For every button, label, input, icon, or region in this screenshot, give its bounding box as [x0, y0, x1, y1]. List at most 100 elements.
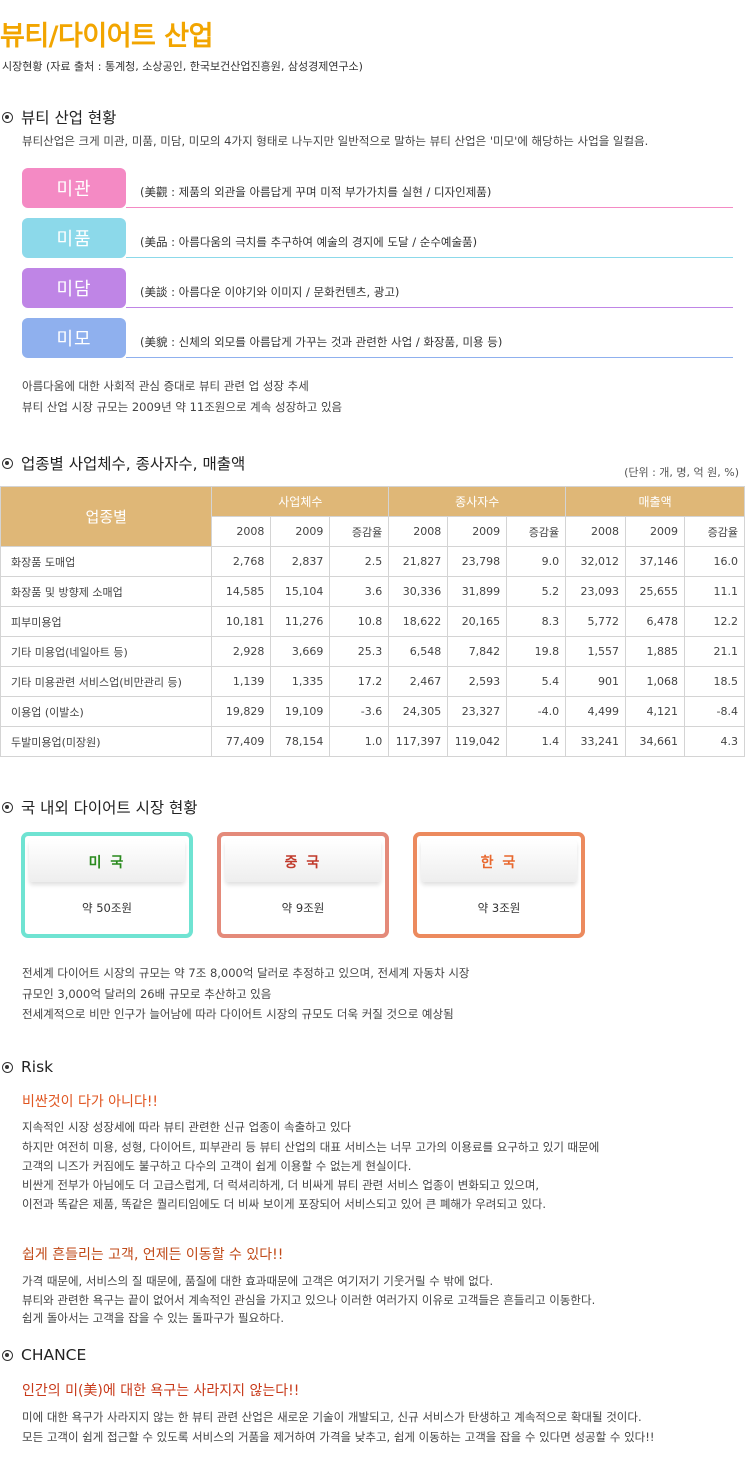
table-cell: 901 [565, 666, 627, 697]
stats-table-body: 화장품 도매업 2,768 2,837 2.5 21,827 23,798 9.0 32,01… [0, 546, 745, 757]
table-cell: 11.1 [684, 576, 745, 607]
table-cell: 2,837 [270, 546, 331, 577]
table-cell: 15,104 [270, 576, 331, 607]
risk-line: 가격 때문에, 서비스의 질 때문에, 품질에 대한 효과때문에 고객은 여기저… [22, 1274, 494, 1288]
chance-line: 모든 고객이 쉽게 접근할 수 있도록 서비스의 거품을 제거하여 가격을 낮추… [22, 1430, 655, 1444]
risk-subheading: 쉽게 흔들리는 고객, 언제든 이동할 수 있다!! [22, 1247, 284, 1263]
table-row: 피부미용업 10,181 11,276 10.8 18,622 20,165 8.3 5,77… [0, 606, 745, 637]
badge-desc-midam: (美談 : 아름다운 이야기와 이미지 / 문화컨텐츠, 광고) [140, 285, 400, 299]
divider-line [126, 257, 733, 258]
table-cell: 2,928 [211, 636, 272, 667]
section-heading-chance: CHANCE [2, 1346, 86, 1364]
table-cell: 2,768 [211, 546, 272, 577]
unit-label: (단위 : 개, 명, 억 원, %) [624, 466, 739, 479]
table-cell: 23,798 [447, 546, 508, 577]
table-cell: 6,548 [388, 636, 449, 667]
card-country: 미 국 [88, 855, 126, 871]
badge-mipum: 미품 [22, 218, 126, 258]
header-year: 2008 [565, 516, 627, 547]
section-heading-diet: 국 내외 다이어트 시장 현황 [2, 796, 198, 818]
table-cell: 1.0 [329, 726, 390, 757]
table-cell: 11,276 [270, 606, 331, 637]
table-cell: -4.0 [506, 696, 567, 727]
table-cell: 77,409 [211, 726, 272, 757]
table-cell: 19,109 [270, 696, 331, 727]
table-cell: 4.3 [684, 726, 745, 757]
table-cell: 23,327 [447, 696, 508, 727]
section-heading-beauty: 뷰티 산업 현황 [2, 106, 116, 128]
table-cell: 78,154 [270, 726, 331, 757]
risk-line: 이전과 똑같은 제품, 똑같은 퀄리티임에도 더 비싸 보이게 포장되어 서비스… [22, 1197, 547, 1211]
table-cell: 7,842 [447, 636, 508, 667]
header-rate: 증감율 [329, 516, 390, 547]
table-cell: 8.3 [506, 606, 567, 637]
table-cell: 6,478 [625, 606, 685, 637]
risk-line: 하지만 여전히 미용, 성형, 다이어트, 피부관리 등 뷰티 산업의 대표 서… [22, 1140, 600, 1154]
beauty-note: 아름다움에 대한 사회적 관심 증대로 뷰티 관련 업 성장 추세 [22, 379, 309, 393]
industry-name: 이용업 (이발소) [0, 696, 213, 727]
table-cell: 3,669 [270, 636, 331, 667]
table-row: 화장품 및 방향제 소매업 14,585 15,104 3.6 30,336 31,899… [0, 576, 745, 607]
table-cell: -8.4 [684, 696, 745, 727]
table-row: 두발미용업(미장원) 77,409 78,154 1.0 117,397 119,042 1… [0, 726, 745, 757]
table-cell: 24,305 [388, 696, 449, 727]
badge-mimo: 미모 [22, 318, 126, 358]
table-cell: -3.6 [329, 696, 390, 727]
diet-note: 전세계 다이어트 시장의 규모는 약 7조 8,000억 달러로 추정하고 있으… [22, 966, 470, 980]
badge-desc-mimo: (美貌 : 신체의 외모를 아름답게 가꾸는 것과 관련한 사업 / 화장품, … [140, 335, 503, 349]
header-year: 2008 [388, 516, 449, 547]
industry-name: 피부미용업 [0, 606, 213, 637]
risk-line: 고객의 니즈가 커짐에도 불구하고 다수의 고객이 쉽게 이용할 수 없는게 현… [22, 1159, 412, 1173]
table-cell: 20,165 [447, 606, 508, 637]
chance-subheading: 인간의 미(美)에 대한 욕구는 사라지지 않는다!! [22, 1383, 300, 1399]
table-cell: 33,241 [565, 726, 627, 757]
divider-line [126, 357, 733, 358]
table-cell: 16.0 [684, 546, 745, 577]
table-cell: 37,146 [625, 546, 685, 577]
chance-line: 미에 대한 욕구가 사라지지 않는 한 뷰티 관련 산업은 새로운 기술이 개발… [22, 1410, 642, 1424]
bullet-icon [2, 801, 13, 813]
header-industry: 업종별 [0, 486, 213, 547]
table-cell: 1.4 [506, 726, 567, 757]
table-cell: 14,585 [211, 576, 272, 607]
table-cell: 1,068 [625, 666, 685, 697]
table-cell: 2.5 [329, 546, 390, 577]
stats-table: 업종별 사업체수 종사자수 매출액 2008 2009 증감율 2008 200… [0, 486, 745, 757]
table-cell: 119,042 [447, 726, 508, 757]
table-row: 기타 미용관련 서비스업(비만관리 등) 1,139 1,335 17.2 2,467 2… [0, 666, 745, 697]
table-cell: 117,397 [388, 726, 449, 757]
section-title: Risk [21, 1058, 54, 1076]
market-card-china: 중 국 약 9조원 [217, 832, 389, 938]
card-country: 한 국 [480, 855, 518, 871]
header-year: 2008 [211, 516, 272, 547]
table-cell: 34,661 [625, 726, 685, 757]
table-cell: 10,181 [211, 606, 272, 637]
table-cell: 4,121 [625, 696, 685, 727]
industry-name: 기타 미용관련 서비스업(비만관리 등) [0, 666, 213, 697]
card-country: 중 국 [284, 855, 322, 871]
table-cell: 5.2 [506, 576, 567, 607]
header-rate: 증감율 [506, 516, 567, 547]
table-cell: 3.6 [329, 576, 390, 607]
table-cell: 1,885 [625, 636, 685, 667]
card-value: 약 3조원 [477, 901, 521, 915]
header-group: 매출액 [565, 486, 745, 517]
table-cell: 30,336 [388, 576, 449, 607]
risk-line: 지속적인 시장 성장세에 따라 뷰티 관련한 신규 업종이 속출하고 있다 [22, 1120, 352, 1134]
table-cell: 2,467 [388, 666, 449, 697]
section-heading-stats: 업종별 사업체수, 종사자수, 매출액 [2, 452, 245, 474]
bullet-icon [2, 1349, 13, 1361]
section-heading-risk: Risk [2, 1058, 53, 1076]
industry-name: 두발미용업(미장원) [0, 726, 213, 757]
section-title: 뷰티 산업 현황 [21, 109, 117, 127]
badge-migwan: 미관 [22, 168, 126, 208]
section-title: 국 내외 다이어트 시장 현황 [21, 799, 198, 817]
divider-line [126, 207, 733, 208]
beauty-note: 뷰티 산업 시장 규모는 2009년 약 11조원으로 계속 성장하고 있음 [22, 400, 343, 414]
industry-name: 화장품 및 방향제 소매업 [0, 576, 213, 607]
badge-desc-migwan: (美觀 : 제품의 외관을 아름답게 꾸며 미적 부가가치를 실현 / 디자인제… [140, 185, 492, 199]
industry-name: 기타 미용업(네일아트 등) [0, 636, 213, 667]
table-cell: 9.0 [506, 546, 567, 577]
risk-subheading: 비싼것이 다가 아니다!! [22, 1094, 159, 1110]
bullet-icon [2, 457, 13, 469]
